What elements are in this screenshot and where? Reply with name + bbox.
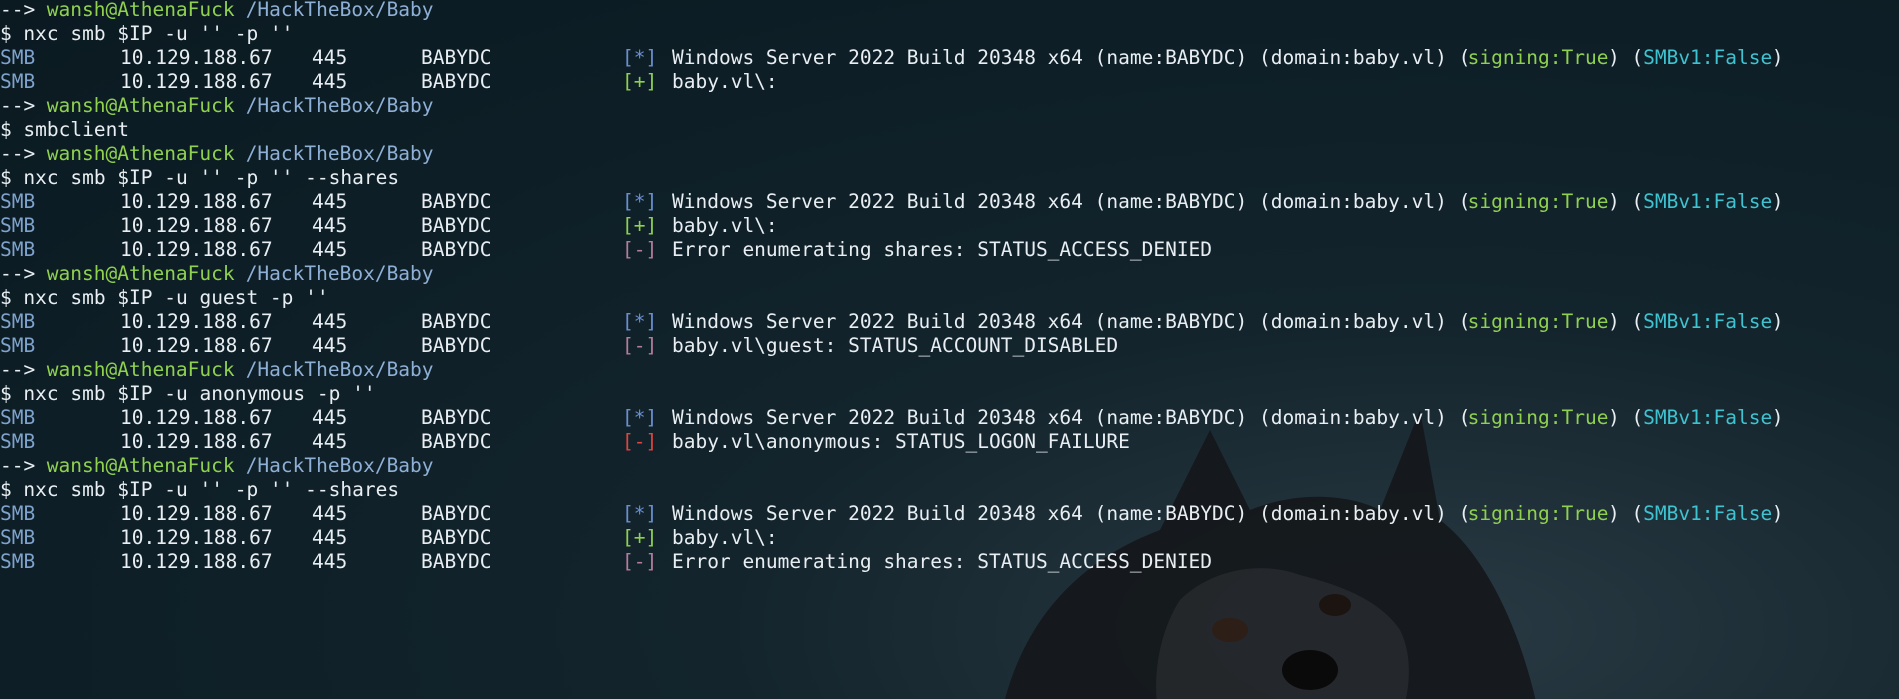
message-text: Windows Server 2022 Build 20348 x64 (nam… [672, 190, 1471, 213]
prompt-path: /HackTheBox/Baby [245, 94, 434, 117]
close-paren: ) [1771, 190, 1784, 213]
smbv1-flag: SMBv1:False [1643, 46, 1773, 69]
status-tag: [-] [622, 238, 658, 261]
message-text: baby.vl\anonymous: STATUS_LOGON_FAILURE [672, 430, 1130, 453]
status-tag: [-] [622, 550, 658, 573]
message-text: baby.vl\guest: STATUS_ACCOUNT_DISABLED [672, 334, 1119, 357]
status-tag: [-] [622, 430, 658, 453]
separator: ) ( [1608, 190, 1644, 213]
smbv1-flag: SMBv1:False [1643, 502, 1773, 525]
separator: ) ( [1608, 46, 1644, 69]
close-paren: ) [1771, 46, 1784, 69]
smbv1-flag: SMBv1:False [1643, 310, 1773, 333]
smbv1-flag: SMBv1:False [1643, 190, 1773, 213]
separator: ) ( [1608, 406, 1644, 429]
close-paren: ) [1771, 502, 1784, 525]
signing-flag: signing:True [1467, 406, 1609, 429]
hostname: BABYDC [421, 550, 492, 573]
message-text: baby.vl\: [672, 70, 778, 93]
status-tag: [+] [622, 70, 658, 93]
status-tag: [-] [622, 334, 658, 357]
close-paren: ) [1771, 310, 1784, 333]
close-paren: ) [1771, 406, 1784, 429]
signing-flag: signing:True [1467, 310, 1609, 333]
protocol-label: SMB [0, 550, 36, 573]
separator: ) ( [1608, 502, 1644, 525]
terminal-window[interactable]: --> wansh@AthenaFuck/HackTheBox/Baby $ nxc … [0, 0, 1899, 699]
ip-address: 10.129.188.67 [120, 550, 273, 573]
message-text: Windows Server 2022 Build 20348 x64 (nam… [672, 502, 1471, 525]
smbv1-flag: SMBv1:False [1643, 406, 1773, 429]
signing-flag: signing:True [1467, 190, 1609, 213]
message-text: Error enumerating shares: STATUS_ACCESS_… [672, 550, 1213, 573]
port-number: 445 [312, 550, 348, 573]
message-text: Error enumerating shares: STATUS_ACCESS_… [672, 238, 1213, 261]
signing-flag: signing:True [1467, 46, 1609, 69]
separator: ) ( [1608, 310, 1644, 333]
signing-flag: signing:True [1467, 502, 1609, 525]
message-text: Windows Server 2022 Build 20348 x64 (nam… [672, 46, 1471, 69]
